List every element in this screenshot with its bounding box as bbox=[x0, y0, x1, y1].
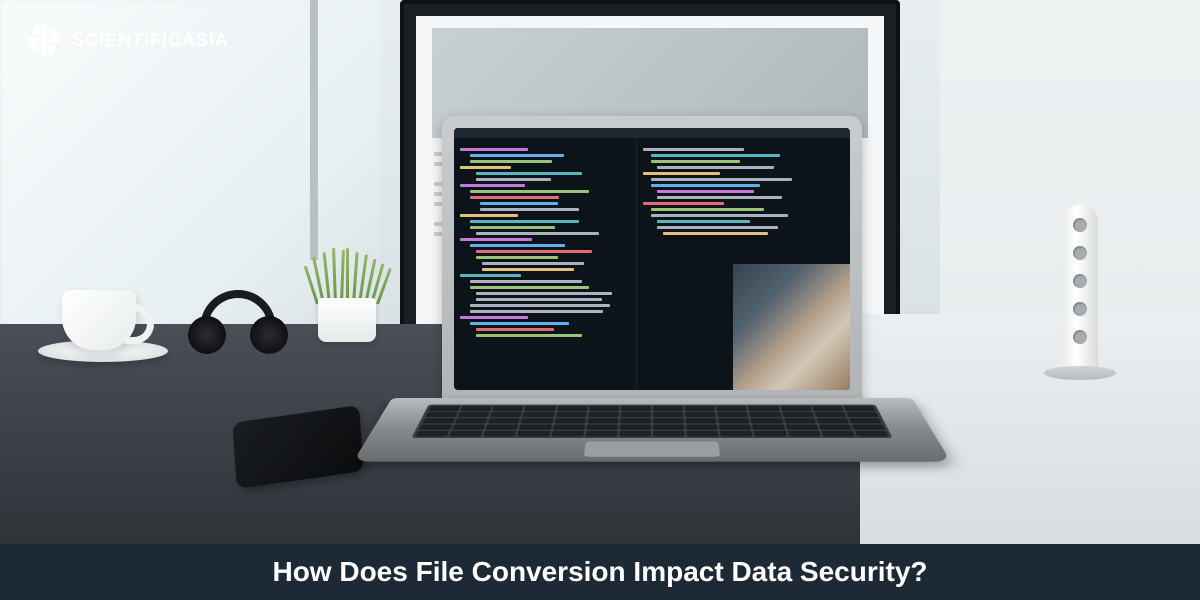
window-frame bbox=[310, 0, 318, 260]
caption-bar: How Does File Conversion Impact Data Sec… bbox=[0, 544, 1200, 600]
coffee-mug bbox=[62, 290, 136, 350]
laptop-trackpad bbox=[584, 441, 721, 456]
brand-name: SCIENTIFICASIA bbox=[72, 30, 229, 51]
wifi-router bbox=[1050, 200, 1110, 380]
headphones bbox=[188, 290, 288, 354]
code-pane-left bbox=[454, 128, 637, 390]
desk-plant bbox=[306, 248, 390, 304]
laptop-base bbox=[353, 398, 951, 462]
hero-photo-scene: SCIENTIFICASIA bbox=[0, 0, 1200, 600]
plant-pot bbox=[318, 298, 376, 342]
laptop-keyboard bbox=[411, 405, 892, 438]
brand-watermark: SCIENTIFICASIA bbox=[26, 22, 229, 58]
code-pane-right bbox=[637, 128, 850, 390]
laptop-lid bbox=[442, 116, 862, 406]
caption-headline: How Does File Conversion Impact Data Sec… bbox=[272, 556, 927, 588]
laptop bbox=[392, 116, 912, 516]
laptop-wallpaper-mountain bbox=[733, 264, 850, 390]
laptop-screen-code-editor bbox=[454, 128, 850, 390]
scientificasia-logo-icon bbox=[26, 22, 62, 58]
